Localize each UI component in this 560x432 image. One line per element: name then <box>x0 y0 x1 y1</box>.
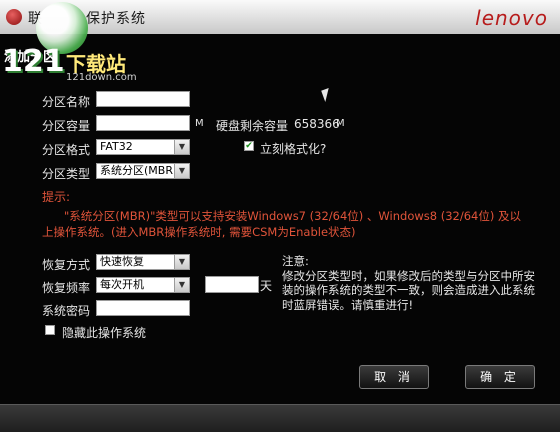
chevron-down-icon[interactable]: ▼ <box>174 255 189 269</box>
system-password-label: 系统密码 <box>42 304 91 318</box>
partition-name-input[interactable] <box>96 91 190 107</box>
chevron-down-icon[interactable]: ▼ <box>174 164 189 178</box>
system-password-input[interactable] <box>96 300 190 316</box>
partition-format-label: 分区格式 <box>42 143 91 157</box>
bottom-bar <box>0 404 560 432</box>
free-space-label: 硬盘剩余容量 <box>216 119 289 133</box>
free-space-unit: M <box>336 118 345 129</box>
restore-mode-select[interactable]: 快速恢复 ▼ <box>96 254 190 270</box>
partition-size-input[interactable] <box>96 115 190 131</box>
partition-format-value: FAT32 <box>100 140 133 153</box>
lenovo-logo: lenovo <box>475 6 548 30</box>
ok-button[interactable]: 确 定 <box>465 365 535 389</box>
restore-freq-value: 每次开机 <box>100 278 144 291</box>
format-now-label: 立刻格式化? <box>260 142 327 156</box>
hide-os-checkbox[interactable] <box>45 325 55 335</box>
partition-type-value: 系统分区(MBR) <box>100 164 178 177</box>
hide-os-label: 隐藏此操作系统 <box>62 326 147 340</box>
restore-days-input[interactable] <box>205 276 259 293</box>
partition-type-label: 分区类型 <box>42 167 91 181</box>
restore-days-unit: 天 <box>260 279 273 293</box>
partition-name-label: 分区名称 <box>42 95 91 109</box>
cancel-button[interactable]: 取 消 <box>359 365 429 389</box>
hint-title: 提示: <box>42 190 71 204</box>
restore-freq-label: 恢复频率 <box>42 281 91 295</box>
note-box: 注意: 修改分区类型时，如果修改后的类型与分区中所安装的操作系统的类型不一致，则… <box>282 254 538 312</box>
restore-mode-value: 快速恢复 <box>100 255 144 268</box>
format-now-checkbox[interactable]: ✔ <box>244 141 254 151</box>
hint-body: "系统分区(MBR)"类型可以支持安装Windows7 (32/64位) 、Wi… <box>42 209 522 239</box>
free-space-value: 658366 <box>294 117 340 131</box>
partition-size-unit: M <box>195 118 204 129</box>
note-body: 修改分区类型时，如果修改后的类型与分区中所安装的操作系统的类型不一致，则会造成进… <box>282 268 535 312</box>
watermark-url: 121down.com <box>66 72 137 83</box>
partition-type-select[interactable]: 系统分区(MBR) ▼ <box>96 163 190 179</box>
note-title: 注意: <box>282 254 309 268</box>
partition-format-select[interactable]: FAT32 ▼ <box>96 139 190 155</box>
watermark: 添加分区 121 下载站 121down.com <box>0 0 180 92</box>
chevron-down-icon[interactable]: ▼ <box>174 140 189 154</box>
restore-freq-select[interactable]: 每次开机 ▼ <box>96 277 190 293</box>
partition-size-label: 分区容量 <box>42 119 91 133</box>
chevron-down-icon[interactable]: ▼ <box>174 278 189 292</box>
watermark-number: 121 <box>2 44 65 79</box>
restore-mode-label: 恢复方式 <box>42 258 91 272</box>
